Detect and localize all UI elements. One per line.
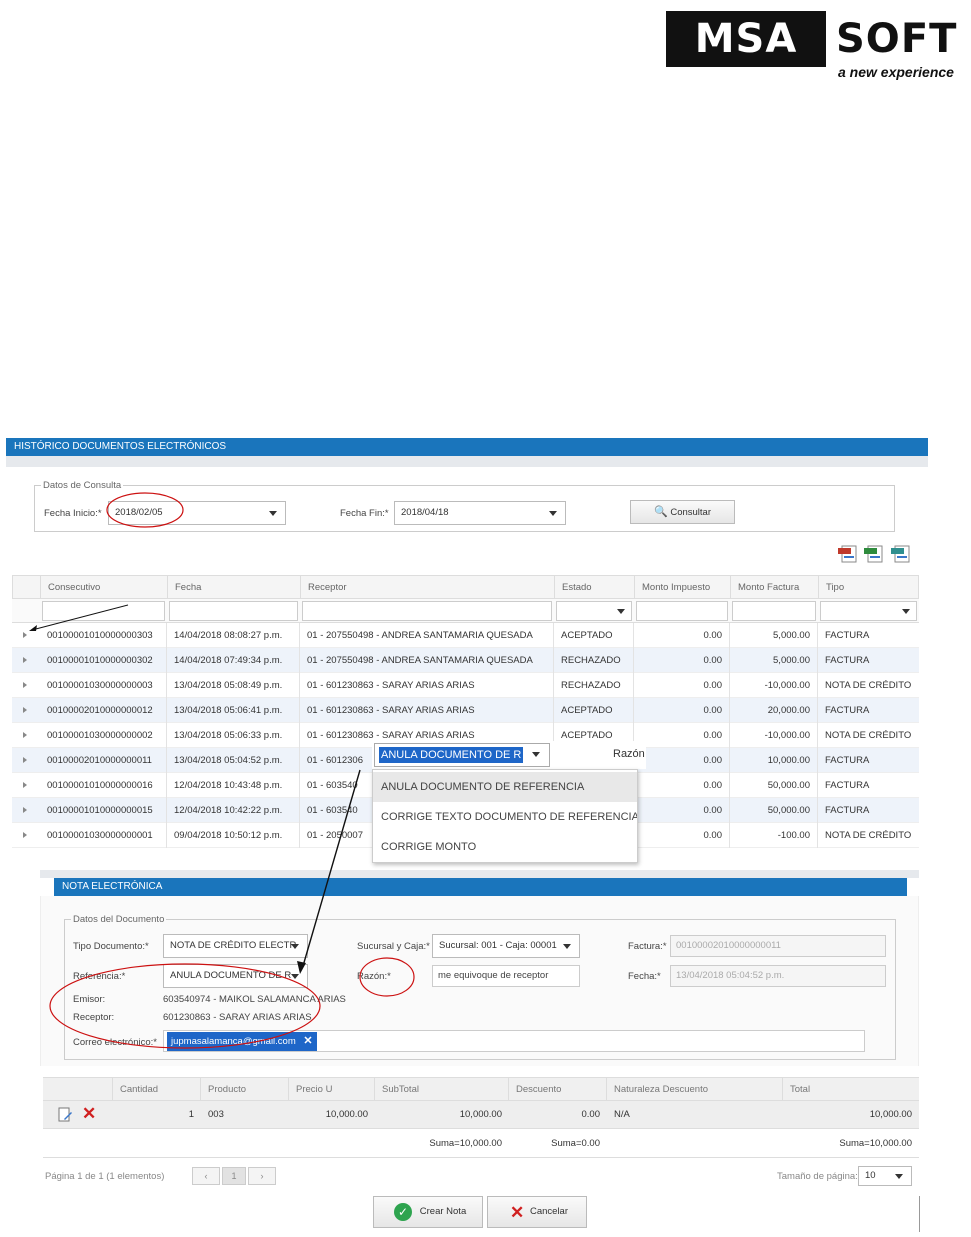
annotation-ellipse-razon [359,957,415,997]
annotation-ellipse-referencia [49,963,321,1049]
arrow-head-icon [297,961,306,974]
annotation-ellipse-fecha-inicio [106,492,184,528]
annotation-layer [29,492,415,1049]
annotation-arrow-expand [31,604,129,631]
annotation-arrow-dropdown [302,769,361,967]
arrow-head-icon [29,625,37,631]
